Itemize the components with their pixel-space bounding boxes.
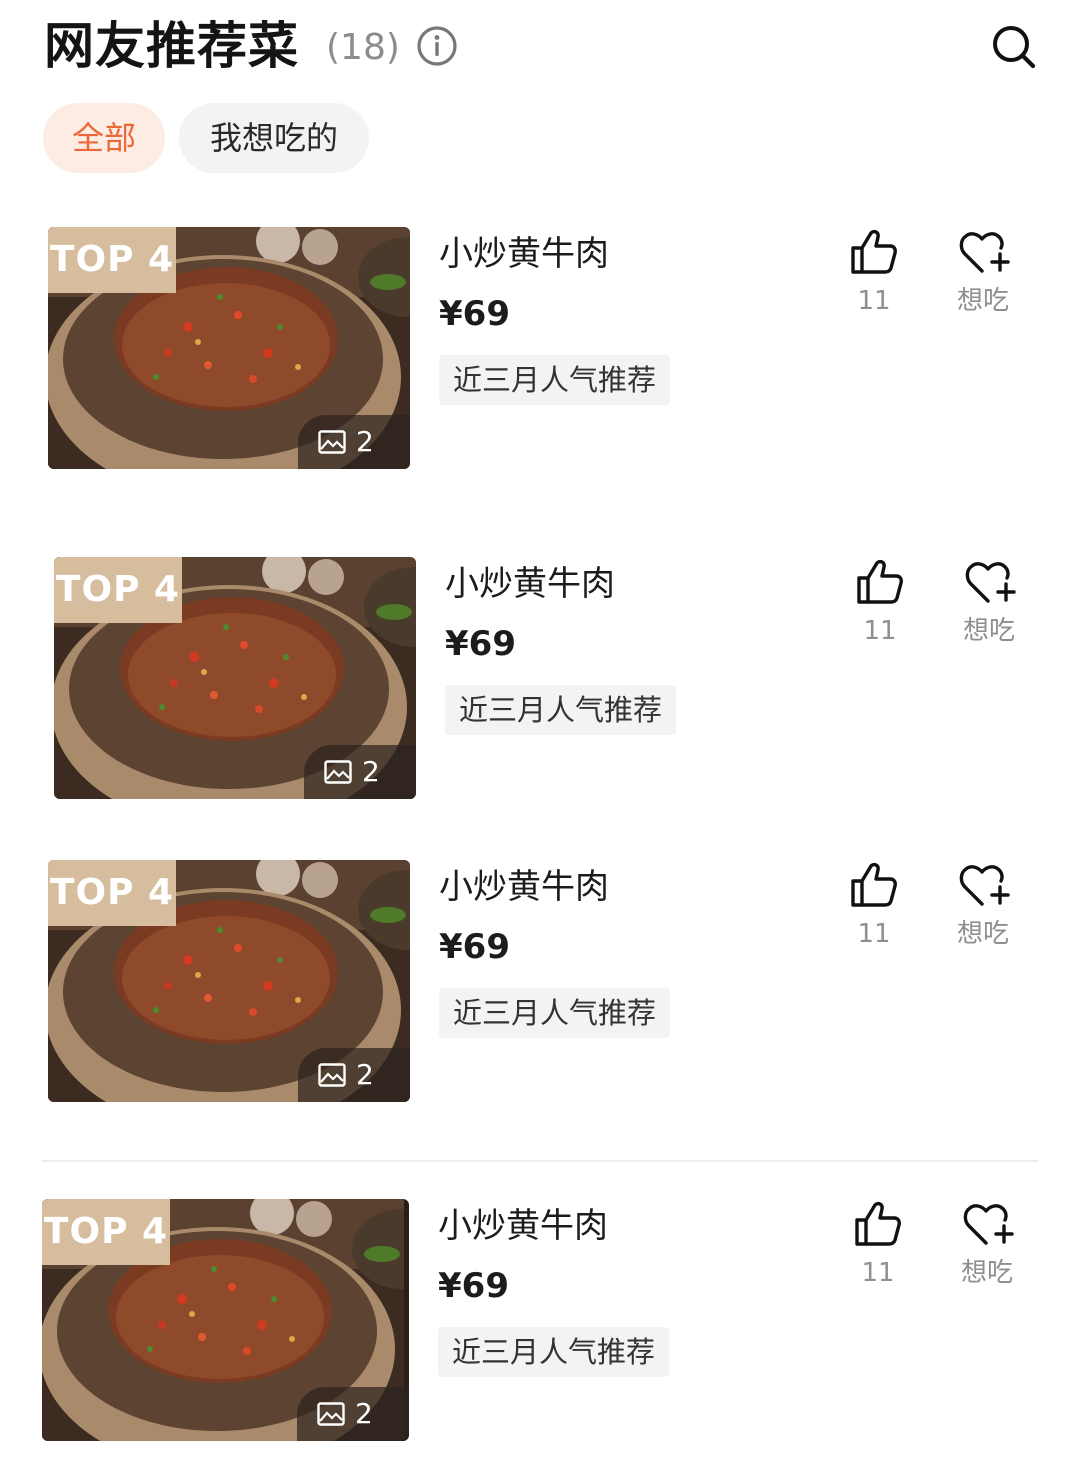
dish-count: (18) <box>326 27 400 68</box>
thumbs-up-icon[interactable] <box>849 227 899 277</box>
like-count: 11 <box>857 919 891 949</box>
page-header: 网友推荐菜 (18) <box>44 14 1044 78</box>
dish-photo[interactable]: TOP 4 2 <box>48 227 410 469</box>
rank-badge: TOP 4 <box>54 557 182 623</box>
dish-card[interactable]: TOP 4 2 小炒黄牛肉 ¥69 近三月人气推荐 11 想吃 <box>0 1199 1080 1459</box>
want-to-eat-label[interactable]: 想吃 <box>954 613 1024 649</box>
photo-count: 2 <box>356 425 374 458</box>
dish-photo[interactable]: TOP 4 2 <box>54 557 416 799</box>
rank-badge: TOP 4 <box>48 227 176 293</box>
thumbs-up-icon[interactable] <box>853 1199 903 1249</box>
page-title: 网友推荐菜 <box>44 17 299 75</box>
filter-want-to-eat-chip[interactable]: 我想吃的 <box>179 103 369 173</box>
rank-badge: TOP 4 <box>42 1199 170 1265</box>
dish-card[interactable]: TOP 4 2 小炒黄牛肉 ¥69 近三月人气推荐 11 想吃 <box>0 860 1080 1120</box>
filter-all-chip[interactable]: 全部 <box>43 103 165 173</box>
popularity-tag: 近三月人气推荐 <box>439 988 671 1038</box>
popularity-tag: 近三月人气推荐 <box>439 355 671 405</box>
heart-plus-icon[interactable] <box>964 557 1018 607</box>
dish-price: ¥69 <box>439 927 510 967</box>
search-icon[interactable] <box>990 23 1038 71</box>
dish-card[interactable]: TOP 4 2 小炒黄牛肉 ¥69 近三月人气推荐 11 想吃 <box>0 557 1080 817</box>
photo-count: 2 <box>362 755 380 788</box>
photo-count-badge[interactable]: 2 <box>298 1048 410 1102</box>
heart-plus-icon[interactable] <box>962 1199 1016 1249</box>
dish-photo[interactable]: TOP 4 2 <box>48 860 410 1102</box>
dish-name[interactable]: 小炒黄牛肉 <box>438 1203 608 1249</box>
rank-badge: TOP 4 <box>48 860 176 926</box>
photo-count-badge[interactable]: 2 <box>298 415 410 469</box>
photo-count-badge[interactable]: 2 <box>297 1387 409 1441</box>
photo-count: 2 <box>355 1397 373 1430</box>
popularity-tag: 近三月人气推荐 <box>438 1327 670 1377</box>
thumbs-up-icon[interactable] <box>855 557 905 607</box>
dish-name[interactable]: 小炒黄牛肉 <box>439 864 609 910</box>
dish-name[interactable]: 小炒黄牛肉 <box>439 231 609 277</box>
want-to-eat-label[interactable]: 想吃 <box>948 916 1018 952</box>
image-icon <box>318 1063 346 1087</box>
image-icon <box>318 430 346 454</box>
heart-plus-icon[interactable] <box>958 227 1012 277</box>
image-icon <box>324 760 352 784</box>
dish-name[interactable]: 小炒黄牛肉 <box>445 561 615 607</box>
dish-photo[interactable]: TOP 4 2 <box>42 1199 409 1441</box>
want-to-eat-label[interactable]: 想吃 <box>948 283 1018 319</box>
photo-count: 2 <box>356 1058 374 1091</box>
section-divider <box>42 1160 1038 1162</box>
photo-count-badge[interactable]: 2 <box>304 745 416 799</box>
like-count: 11 <box>861 1258 895 1288</box>
like-count: 11 <box>863 616 897 646</box>
want-to-eat-label[interactable]: 想吃 <box>952 1255 1022 1291</box>
like-count: 11 <box>857 286 891 316</box>
image-icon <box>317 1402 345 1426</box>
thumbs-up-icon[interactable] <box>849 860 899 910</box>
info-icon[interactable] <box>416 25 458 67</box>
dish-price: ¥69 <box>438 1266 509 1306</box>
dish-card[interactable]: TOP 4 2 小炒黄牛肉 ¥69 近三月人气推荐 11 想吃 <box>0 227 1080 487</box>
dish-price: ¥69 <box>439 294 510 334</box>
popularity-tag: 近三月人气推荐 <box>445 685 677 735</box>
dish-price: ¥69 <box>445 624 516 664</box>
heart-plus-icon[interactable] <box>958 860 1012 910</box>
